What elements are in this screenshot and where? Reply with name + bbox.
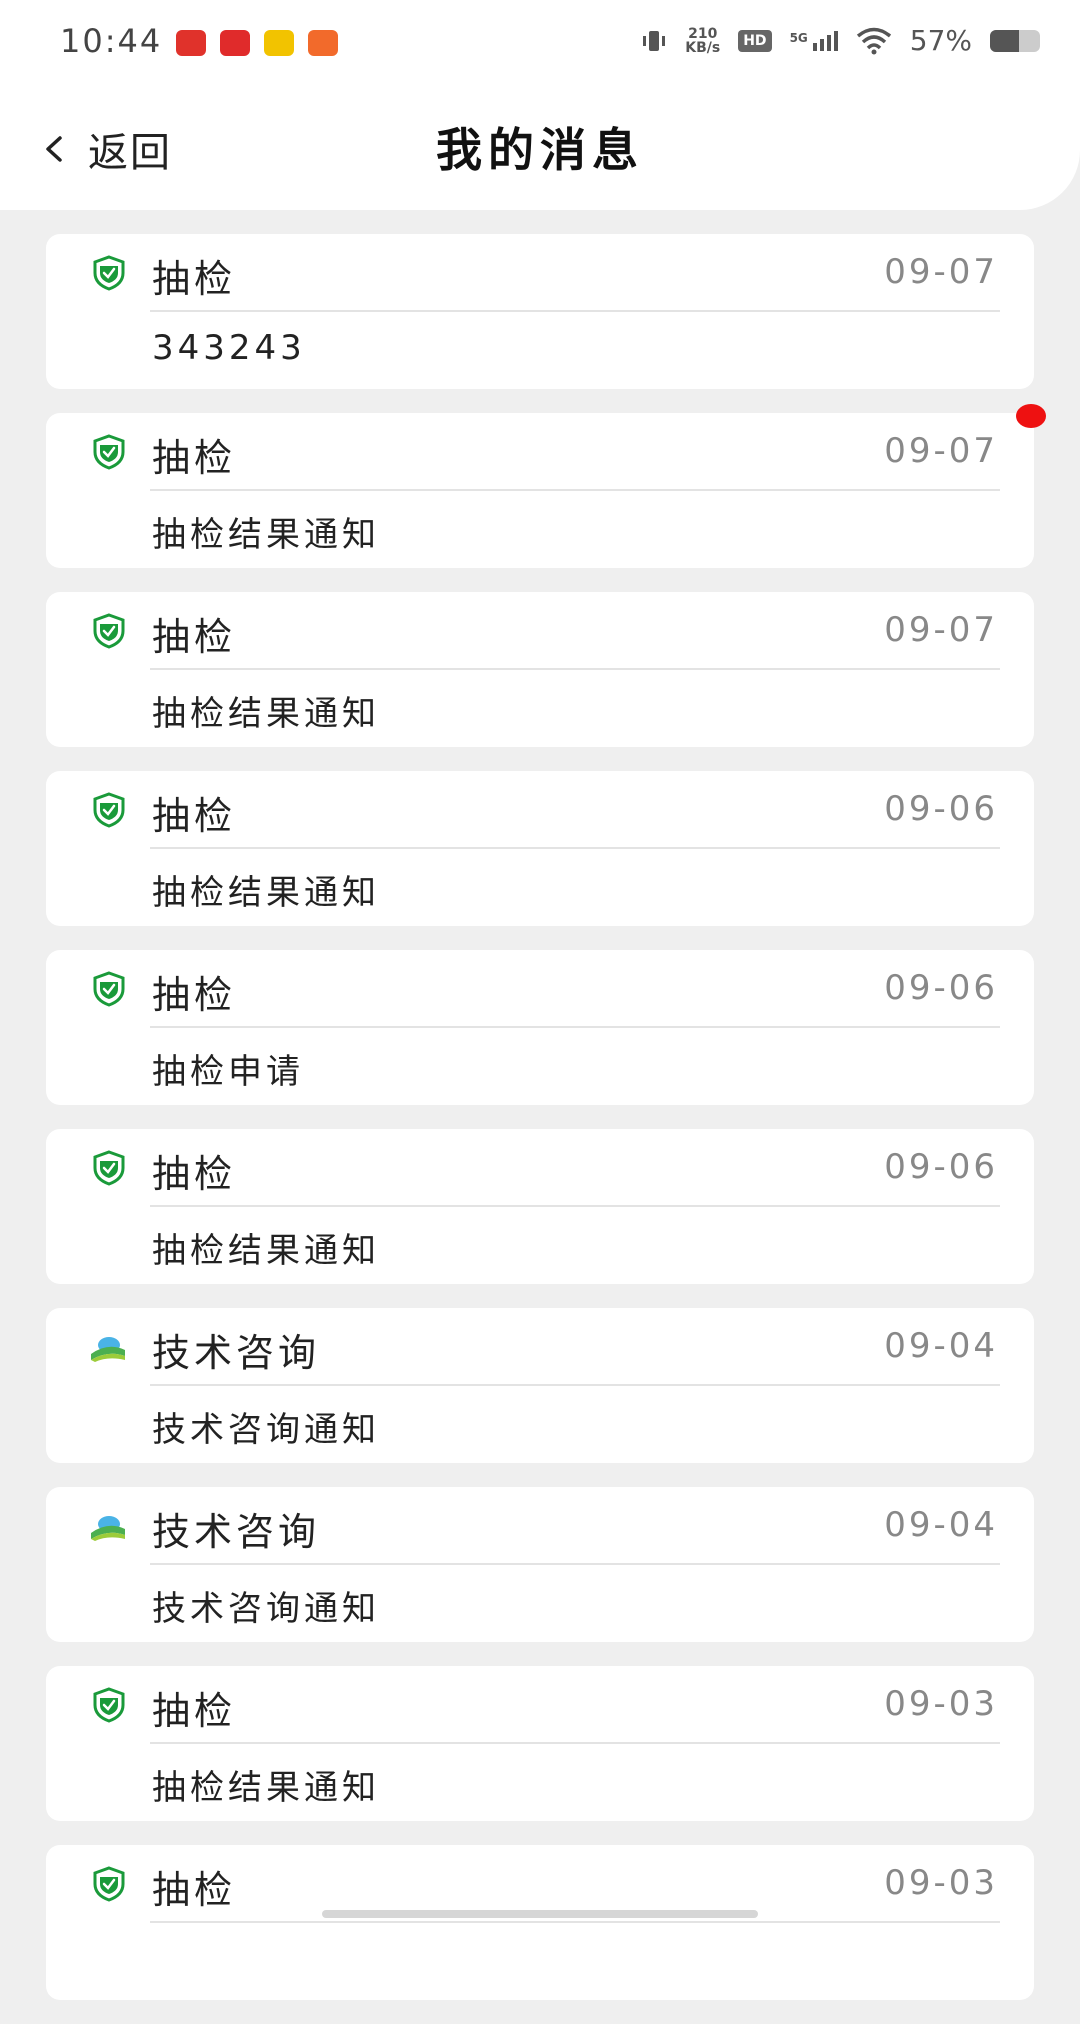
page-title: 我的消息 xyxy=(436,123,644,177)
message-title: 抽检 xyxy=(152,1868,237,1912)
battery-percent: 57% xyxy=(909,24,972,57)
message-body: 抽检结果通知 xyxy=(152,873,380,913)
vibrate-icon xyxy=(643,30,666,51)
message-date: 09-03 xyxy=(884,1863,998,1903)
farmland-icon xyxy=(91,1337,125,1362)
divider xyxy=(150,1921,1000,1923)
shield-check-icon xyxy=(93,255,125,291)
message-title: 抽检 xyxy=(152,794,237,838)
shield-check-icon xyxy=(93,971,125,1007)
network-speed-value: 210 xyxy=(688,25,718,42)
message-body: 抽检结果通知 xyxy=(152,694,380,734)
shopping-app-icon xyxy=(220,30,250,56)
shield-check-icon xyxy=(93,613,125,649)
status-time: 10:44 xyxy=(60,22,163,60)
message-title: 抽检 xyxy=(152,257,237,301)
system-status: 210 KB/s HD 5G 57% xyxy=(641,24,1040,57)
message-body: 抽检结果通知 xyxy=(152,515,380,555)
message-date: 09-07 xyxy=(884,431,998,471)
message-body: 技术咨询通知 xyxy=(152,1589,380,1629)
message-card[interactable]: 技术咨询 09-04 技术咨询通知 xyxy=(46,1308,1034,1463)
shield-check-icon xyxy=(93,792,125,828)
unread-dot xyxy=(1016,404,1046,428)
notification-icons xyxy=(176,30,338,56)
wifi-icon xyxy=(856,27,891,54)
message-card[interactable]: 抽检 09-06 抽检申请 xyxy=(46,950,1034,1105)
signal-bar xyxy=(819,38,824,51)
divider xyxy=(150,1563,1000,1565)
message-title: 抽检 xyxy=(152,1689,237,1733)
divider xyxy=(150,1026,1000,1028)
network-type: 5G xyxy=(789,30,808,45)
divider xyxy=(150,310,1000,312)
message-title: 抽检 xyxy=(152,973,237,1017)
signal-bar xyxy=(812,42,817,51)
message-list: 抽检 09-07 343243 抽检 09-07 抽检结果通知 抽检 09-07 抽检结果通… xyxy=(46,234,1034,2024)
message-body: 抽检结果通知 xyxy=(152,1231,380,1271)
message-date: 09-06 xyxy=(884,968,998,1008)
home-indicator[interactable] xyxy=(322,1910,758,1918)
divider xyxy=(150,489,1000,491)
signal-bar xyxy=(833,30,838,51)
shield-check-icon xyxy=(93,1150,125,1186)
message-title: 抽检 xyxy=(152,1152,237,1196)
message-title: 技术咨询 xyxy=(152,1331,321,1375)
message-card[interactable]: 抽检 09-07 343243 xyxy=(46,234,1034,389)
battery-fill xyxy=(990,29,1019,52)
message-date: 09-07 xyxy=(884,252,998,292)
message-card[interactable]: 技术咨询 09-04 技术咨询通知 xyxy=(46,1487,1034,1642)
shield-check-icon xyxy=(93,1687,125,1723)
divider xyxy=(150,1384,1000,1386)
message-title: 抽检 xyxy=(152,436,237,480)
divider xyxy=(150,668,1000,670)
taxi-app-icon xyxy=(264,30,294,56)
divider xyxy=(150,847,1000,849)
message-date: 09-04 xyxy=(884,1505,998,1545)
music-app-icon xyxy=(176,30,206,56)
shield-check-icon xyxy=(93,434,125,470)
divider xyxy=(150,1205,1000,1207)
message-card[interactable]: 抽检 09-06 抽检结果通知 xyxy=(46,771,1034,926)
message-card[interactable]: 抽检 09-03 xyxy=(46,1845,1034,2000)
signal-bar xyxy=(826,34,831,51)
message-date: 09-06 xyxy=(884,789,998,829)
message-card[interactable]: 抽检 09-07 抽检结果通知 xyxy=(46,413,1034,568)
header: 返回 我的消息 xyxy=(0,90,1080,210)
message-date: 09-06 xyxy=(884,1147,998,1187)
message-date: 09-07 xyxy=(884,610,998,650)
shield-check-icon xyxy=(93,1866,125,1902)
message-body: 343243 xyxy=(152,328,306,368)
message-card[interactable]: 抽检 09-03 抽检结果通知 xyxy=(46,1666,1034,1821)
message-card[interactable]: 抽检 09-06 抽检结果通知 xyxy=(46,1129,1034,1284)
message-body: 技术咨询通知 xyxy=(152,1410,380,1450)
message-title: 技术咨询 xyxy=(152,1510,321,1554)
battery-icon xyxy=(990,29,1040,52)
status-bar: 10:44 210 KB/s HD 5G 57% xyxy=(0,0,1080,90)
hd-badge: HD xyxy=(738,29,772,52)
message-title: 抽检 xyxy=(152,615,237,659)
runner-app-icon xyxy=(308,30,338,56)
message-body: 抽检结果通知 xyxy=(152,1768,380,1808)
signal-icon: 5G xyxy=(789,30,838,51)
divider xyxy=(150,1742,1000,1744)
message-date: 09-03 xyxy=(884,1684,998,1724)
network-speed-unit: KB/s xyxy=(685,39,721,56)
message-date: 09-04 xyxy=(884,1326,998,1366)
message-body: 抽检申请 xyxy=(152,1052,304,1092)
farmland-icon xyxy=(91,1516,125,1541)
network-speed: 210 KB/s xyxy=(685,27,720,55)
message-card[interactable]: 抽检 09-07 抽检结果通知 xyxy=(46,592,1034,747)
